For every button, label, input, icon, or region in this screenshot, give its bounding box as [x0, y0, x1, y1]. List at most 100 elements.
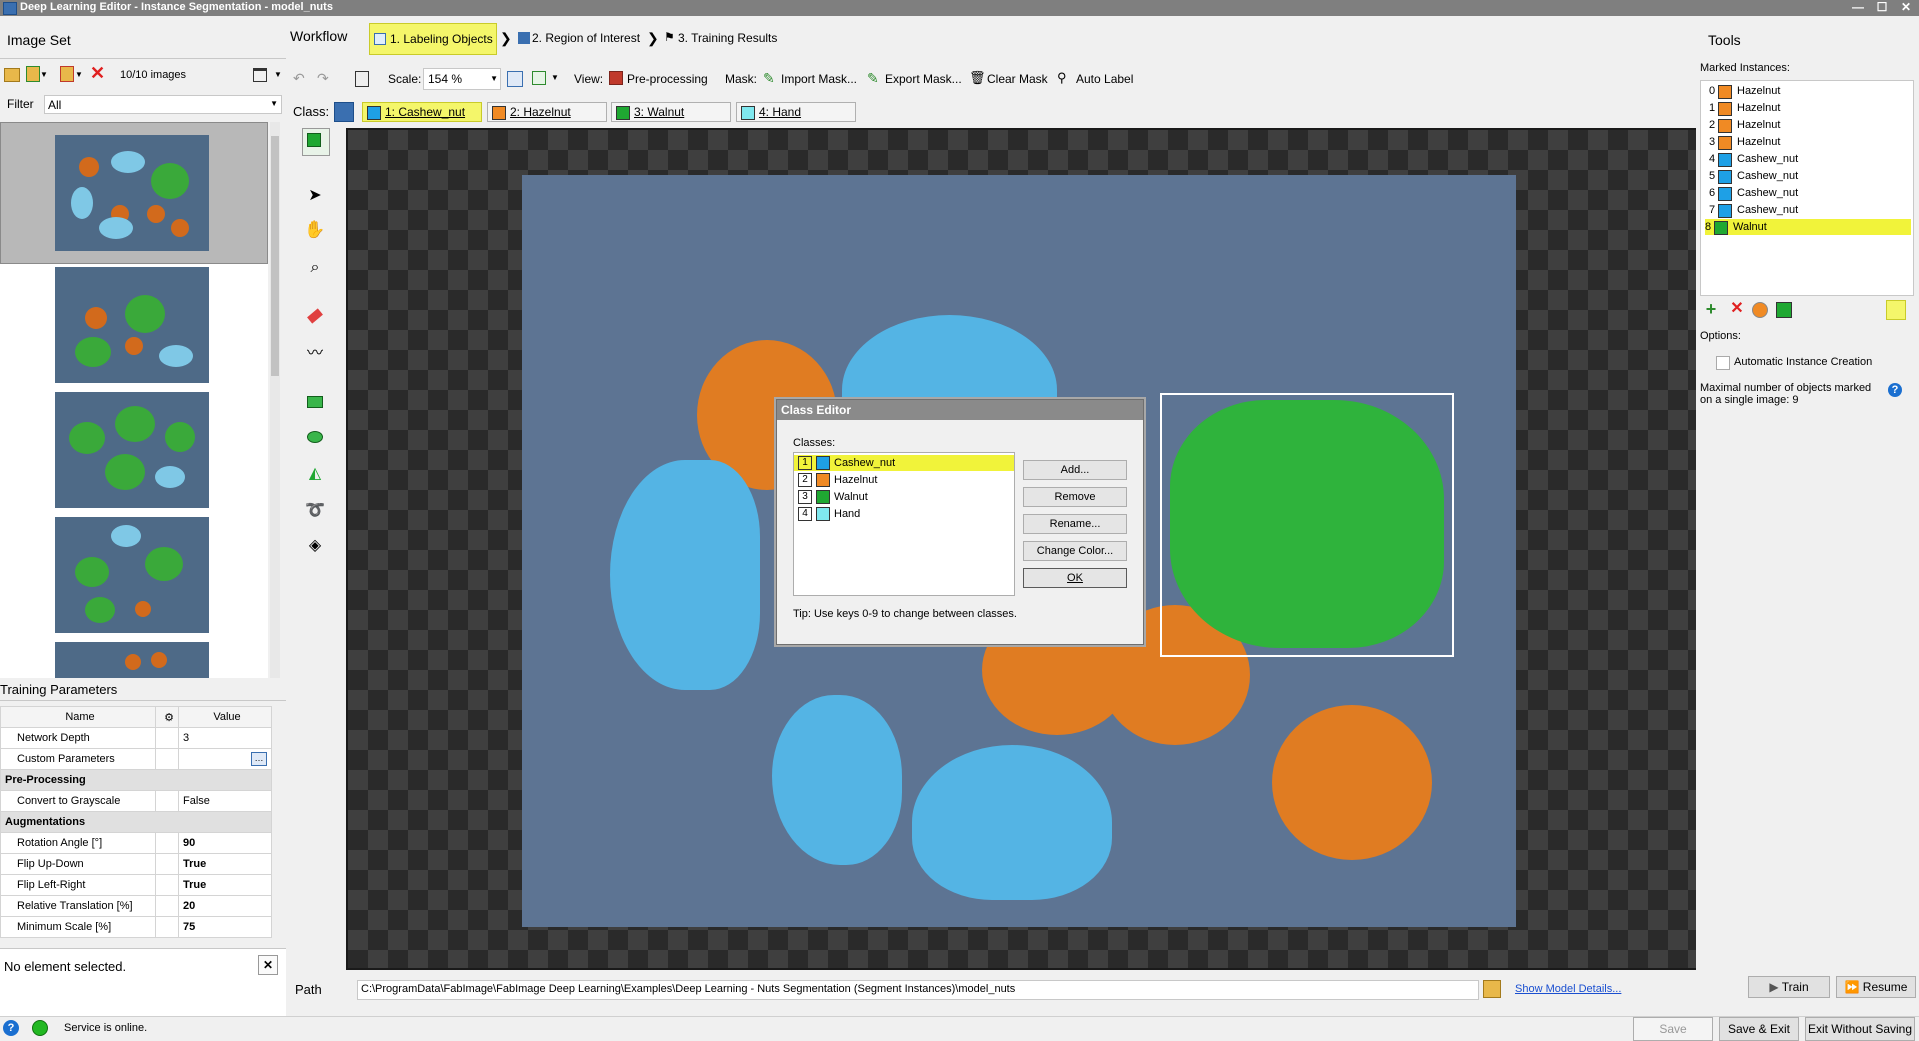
- train-button[interactable]: ▶ Train: [1748, 976, 1830, 998]
- instance-item[interactable]: 1 Hazelnut: [1709, 100, 1919, 116]
- filter-select[interactable]: All ▼: [44, 95, 282, 114]
- instance-item-selected[interactable]: 8 Walnut: [1705, 219, 1911, 235]
- class-editor-icon[interactable]: [334, 102, 354, 122]
- redo-icon[interactable]: ↷: [317, 70, 329, 87]
- param-value[interactable]: 90: [178, 832, 272, 854]
- add-images-icon[interactable]: [26, 66, 40, 82]
- delete-instance-icon[interactable]: ✕: [1728, 300, 1746, 318]
- zoom-icon[interactable]: ⌕: [301, 254, 329, 282]
- show-masks-icon[interactable]: [1886, 300, 1906, 320]
- eraser-icon[interactable]: [301, 302, 329, 330]
- change-color-button[interactable]: Change Color...: [1023, 541, 1127, 561]
- minimize-button[interactable]: —: [1848, 0, 1868, 14]
- image-thumbnail[interactable]: [55, 392, 209, 508]
- tab-labeling-objects[interactable]: 1. Labeling Objects: [369, 23, 497, 55]
- instance-item[interactable]: 3 Hazelnut: [1709, 134, 1919, 150]
- remove-button[interactable]: Remove: [1023, 487, 1127, 507]
- chevron-down-icon[interactable]: ▼: [75, 70, 83, 79]
- resume-button[interactable]: ⏩ Resume: [1836, 976, 1916, 998]
- param-row[interactable]: Network Depth 3: [0, 727, 272, 749]
- ellipsis-button[interactable]: …: [251, 752, 267, 766]
- instance-item[interactable]: 6 Cashew_nut: [1709, 185, 1919, 201]
- instance-item[interactable]: 4 Cashew_nut: [1709, 151, 1919, 167]
- class-list-item[interactable]: 2 Hazelnut: [794, 472, 1014, 488]
- view-mode-icon[interactable]: [253, 68, 267, 82]
- class-button-cashew[interactable]: 1: Cashew_nut: [362, 102, 482, 122]
- param-row[interactable]: Rotation Angle [°] 90: [0, 832, 272, 854]
- cashew-mask[interactable]: [912, 745, 1112, 900]
- param-value[interactable]: False: [178, 790, 272, 812]
- add-instance-icon[interactable]: +: [1702, 300, 1720, 318]
- settings-icon[interactable]: ⚙: [155, 706, 179, 728]
- param-row[interactable]: Custom Parameters …: [0, 748, 272, 770]
- image-thumbnail[interactable]: [55, 267, 209, 383]
- fit-to-window-icon[interactable]: [507, 71, 523, 87]
- ellipse-tool-icon[interactable]: [301, 425, 329, 453]
- hand-pan-icon[interactable]: ✋: [301, 216, 329, 244]
- preprocessing-toggle[interactable]: Pre-processing: [627, 72, 708, 86]
- export-images-icon[interactable]: [60, 66, 74, 82]
- hazelnut-mask[interactable]: [1272, 705, 1432, 860]
- cashew-mask[interactable]: [772, 695, 902, 865]
- lasso-tool-icon[interactable]: ➰: [301, 497, 329, 525]
- class-list-item-selected[interactable]: 1 Cashew_nut: [794, 455, 1014, 471]
- param-row[interactable]: Flip Up-Down True: [0, 853, 272, 875]
- folder-icon[interactable]: [1483, 980, 1501, 998]
- param-value[interactable]: 3: [178, 727, 272, 749]
- rectangle-tool-icon[interactable]: [301, 390, 329, 418]
- param-value[interactable]: True: [178, 853, 272, 875]
- image-thumbnail[interactable]: [55, 642, 209, 678]
- pointer-icon[interactable]: ➤: [301, 182, 329, 210]
- path-field[interactable]: C:\ProgramData\FabImage\FabImage Deep Le…: [357, 980, 1479, 1000]
- instance-item[interactable]: 2 Hazelnut: [1709, 117, 1919, 133]
- rename-button[interactable]: Rename...: [1023, 514, 1127, 534]
- scale-select[interactable]: 154 % ▼: [423, 68, 501, 90]
- class-list-item[interactable]: 3 Walnut: [794, 489, 1014, 505]
- freehand-icon[interactable]: 〰: [301, 340, 329, 368]
- assign-class-icon[interactable]: [1776, 302, 1792, 318]
- instance-item[interactable]: 7 Cashew_nut: [1709, 202, 1919, 218]
- clear-mask-button[interactable]: Clear Mask: [987, 72, 1048, 86]
- zoom-region-icon[interactable]: [532, 71, 546, 85]
- colors-icon[interactable]: [1752, 302, 1768, 318]
- tab-training-results[interactable]: ⚑ 3. Training Results: [662, 23, 782, 53]
- image-thumbnail[interactable]: [55, 135, 209, 251]
- add-button[interactable]: Add...: [1023, 460, 1127, 480]
- delete-image-icon[interactable]: ✕: [90, 63, 105, 84]
- instance-item[interactable]: 5 Cashew_nut: [1709, 168, 1919, 184]
- selected-instance-box[interactable]: [1160, 393, 1454, 657]
- param-row[interactable]: Convert to Grayscale False: [0, 790, 272, 812]
- param-row[interactable]: Relative Translation [%] 20: [0, 895, 272, 917]
- walnut-mask[interactable]: [1170, 400, 1444, 648]
- class-list-item[interactable]: 4 Hand: [794, 506, 1014, 522]
- undo-icon[interactable]: ↶: [293, 70, 305, 87]
- class-button-hand[interactable]: 4: Hand: [736, 102, 856, 122]
- document-icon[interactable]: [355, 71, 369, 87]
- save-exit-button[interactable]: Save & Exit: [1719, 1017, 1799, 1041]
- fill-bucket-icon[interactable]: ◈: [301, 532, 329, 560]
- tab-region-of-interest[interactable]: 2. Region of Interest: [516, 23, 648, 53]
- chevron-down-icon[interactable]: ▼: [274, 70, 282, 79]
- scrollbar-thumb[interactable]: [271, 136, 279, 376]
- auto-label-button[interactable]: Auto Label: [1076, 72, 1133, 86]
- export-mask-button[interactable]: Export Mask...: [885, 72, 962, 86]
- class-button-hazelnut[interactable]: 2: Hazelnut: [487, 102, 607, 122]
- param-value[interactable]: 75: [178, 916, 272, 938]
- close-icon[interactable]: ✕: [258, 955, 278, 975]
- param-value[interactable]: 20: [178, 895, 272, 917]
- auto-instance-checkbox[interactable]: [1716, 356, 1730, 370]
- close-window-button[interactable]: ✕: [1896, 0, 1916, 14]
- open-folder-icon[interactable]: [4, 68, 20, 82]
- class-button-walnut[interactable]: 3: Walnut: [611, 102, 731, 122]
- show-model-details-link[interactable]: Show Model Details...: [1515, 983, 1621, 995]
- cashew-mask[interactable]: [610, 460, 760, 690]
- chevron-down-icon[interactable]: ▼: [40, 70, 48, 79]
- maximize-button[interactable]: ☐: [1872, 0, 1892, 14]
- import-mask-button[interactable]: Import Mask...: [781, 72, 857, 86]
- image-thumbnail[interactable]: [55, 517, 209, 633]
- new-instance-icon[interactable]: [302, 128, 330, 156]
- param-value[interactable]: True: [178, 874, 272, 896]
- polygon-tool-icon[interactable]: ◭: [301, 460, 329, 488]
- exit-without-saving-button[interactable]: Exit Without Saving: [1805, 1017, 1915, 1041]
- instance-item[interactable]: 0 Hazelnut: [1709, 83, 1919, 99]
